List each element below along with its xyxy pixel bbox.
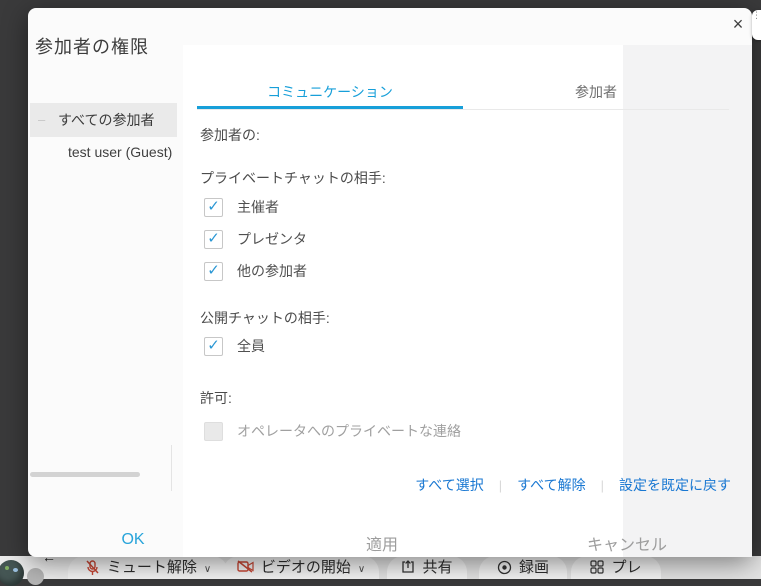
checkbox-check-icon: ✓ [207, 231, 220, 246]
more-dots-icon: ⋮ [752, 10, 761, 20]
mic-off-icon [85, 560, 100, 576]
apply-button[interactable]: 適用 [366, 531, 398, 555]
checkbox[interactable]: ✓ [204, 337, 223, 356]
sidebar-item-all-participants[interactable]: – すべての参加者 [30, 103, 177, 137]
select-all-link[interactable]: すべて選択 [415, 475, 483, 495]
avatar-detail-dot [5, 566, 9, 570]
checkbox-row-host[interactable]: ✓ 主催者 [204, 197, 279, 217]
sidebar-item-label: すべての参加者 [58, 112, 154, 128]
tree-collapse-icon: – [38, 103, 45, 137]
tab-communication[interactable]: コミュニケーション [197, 80, 463, 109]
avatar-detail-dot [13, 568, 18, 572]
video-off-icon [237, 560, 254, 573]
share-icon [401, 560, 415, 574]
layout-button-label: プレ [611, 559, 641, 576]
share-button-label: 共有 [422, 559, 452, 576]
cancel-button[interactable]: キャンセル [587, 531, 667, 555]
clear-all-link[interactable]: すべて解除 [517, 475, 585, 495]
checkbox-disabled [204, 422, 223, 441]
tab-participants[interactable]: 参加者 [463, 80, 729, 109]
checkbox-row-everyone[interactable]: ✓ 全員 [204, 336, 265, 356]
sidebar-item-label: test user (Guest) [68, 144, 172, 160]
ok-button[interactable]: OK [121, 531, 144, 549]
checkbox-check-icon: ✓ [207, 338, 220, 353]
checkbox-check-icon: ✓ [207, 263, 220, 278]
meeting-toolbar: ミュート解除 ∨ ビデオの開始 ∨ 共有 録画 プレ [0, 556, 761, 579]
checkbox-label: 全員 [237, 336, 265, 356]
mute-button-label: ミュート解除 [107, 559, 197, 576]
participant-list-sidebar: – すべての参加者 test user (Guest) [30, 103, 177, 167]
checkbox-label: 主催者 [237, 197, 279, 217]
dialog-title: 参加者の権限 [35, 33, 149, 59]
private-chat-label: プライベートチャットの相手: [200, 168, 386, 188]
record-button[interactable]: 録画 [479, 556, 567, 579]
checkbox[interactable]: ✓ [204, 230, 223, 249]
share-button[interactable]: 共有 [387, 556, 467, 579]
checkbox-row-operator-private-contact: オペレータへのプライベートな連絡 [204, 421, 461, 441]
public-chat-label: 公開チャットの相手: [200, 308, 330, 328]
chevron-down-icon[interactable]: ∨ [358, 561, 365, 578]
start-video-button-label: ビデオの開始 [261, 559, 351, 576]
checkbox-label: 他の参加者 [237, 261, 307, 281]
record-icon [497, 560, 512, 575]
checkbox-label: オペレータへのプライベートな連絡 [237, 421, 461, 441]
checkbox[interactable]: ✓ [204, 262, 223, 281]
mute-button[interactable]: ミュート解除 ∨ [68, 556, 228, 579]
close-icon[interactable]: × [724, 10, 752, 38]
checkbox-label: プレゼンタ [237, 229, 307, 249]
record-button-label: 録画 [519, 559, 549, 576]
checkbox[interactable]: ✓ [204, 198, 223, 217]
layout-button[interactable]: プレ [571, 556, 661, 579]
chevron-down-icon[interactable]: ∨ [204, 561, 211, 578]
avatar-badge [27, 568, 44, 585]
start-video-button[interactable]: ビデオの開始 ∨ [223, 556, 379, 579]
layout-grid-icon [590, 560, 604, 574]
allow-label: 許可: [200, 388, 232, 408]
link-divider: | [601, 478, 604, 493]
link-divider: | [499, 478, 502, 493]
bulk-action-links: すべて選択 | すべて解除 | 設定を既定に戻す [28, 475, 731, 495]
participant-privileges-dialog: 参加者の権限 × – すべての参加者 test user (Guest) コミュ… [28, 8, 752, 557]
checkbox-row-presenter[interactable]: ✓ プレゼンタ [204, 229, 307, 249]
participant-of-label: 参加者の: [200, 125, 260, 145]
panel-toggle-button[interactable]: ⋮ [752, 10, 761, 40]
participant-avatar [0, 560, 24, 586]
reset-defaults-link[interactable]: 設定を既定に戻す [619, 475, 731, 495]
sidebar-item-test-user[interactable]: test user (Guest) [30, 137, 177, 167]
checkbox-check-icon: ✓ [207, 199, 220, 214]
tab-bar: コミュニケーション 参加者 [197, 80, 729, 110]
checkbox-row-other-participants[interactable]: ✓ 他の参加者 [204, 261, 307, 281]
